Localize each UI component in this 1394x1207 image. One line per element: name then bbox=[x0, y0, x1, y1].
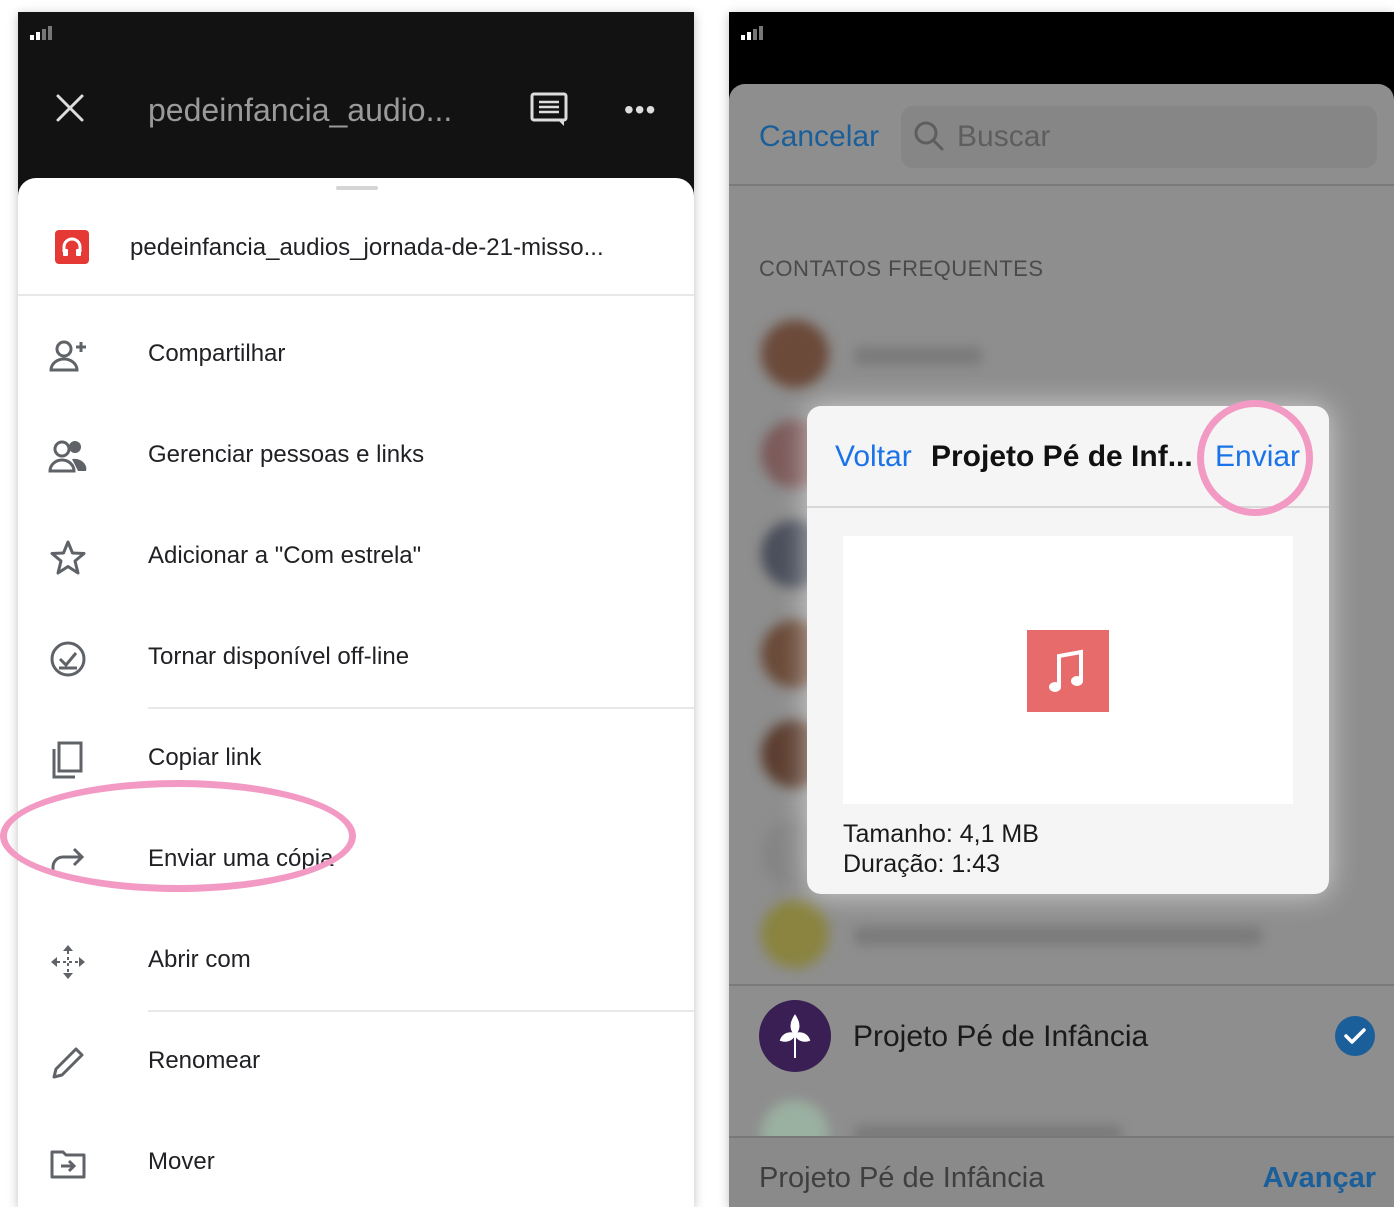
checkmark-icon[interactable] bbox=[1335, 1016, 1375, 1056]
contact-name: Projeto Pé de Infância bbox=[853, 1020, 1149, 1053]
people-icon bbox=[48, 440, 87, 473]
folder-move-icon bbox=[50, 1150, 86, 1179]
file-title: pedeinfancia_audio... bbox=[148, 92, 453, 128]
more-icon[interactable]: ••• bbox=[624, 92, 656, 128]
pencil-icon bbox=[52, 1047, 84, 1079]
divider bbox=[148, 707, 694, 709]
menu-item-star[interactable]: Adicionar a "Com estrela" bbox=[18, 508, 694, 608]
avatar bbox=[761, 320, 829, 388]
ios-share-screen: Cancelar Buscar CONTATOS FREQUENTES Proj… bbox=[729, 12, 1394, 1207]
avatar bbox=[759, 1000, 831, 1072]
comment-icon[interactable] bbox=[530, 92, 568, 128]
menu-label: Tornar disponível off-line bbox=[148, 643, 410, 670]
back-button[interactable]: Voltar bbox=[835, 440, 912, 474]
menu-item-manage-people[interactable]: Gerenciar pessoas e links bbox=[18, 407, 694, 507]
menu-item-share[interactable]: Compartilhar bbox=[18, 306, 694, 406]
signal-icon bbox=[30, 26, 52, 40]
menu-label: Compartilhar bbox=[148, 340, 286, 367]
menu-label: Renomear bbox=[148, 1047, 261, 1074]
bottom-bar: Projeto Pé de Infância Avançar bbox=[729, 1136, 1394, 1207]
move-arrows-icon bbox=[51, 945, 85, 979]
top-bar: pedeinfancia_audio... ••• bbox=[18, 62, 694, 162]
menu-label: Adicionar a "Com estrela" bbox=[148, 542, 422, 569]
music-note-icon bbox=[1027, 630, 1109, 712]
section-header: CONTATOS FREQUENTES bbox=[759, 256, 1044, 281]
search-input[interactable]: Buscar bbox=[901, 106, 1377, 168]
copy-icon bbox=[52, 741, 83, 779]
close-icon[interactable] bbox=[54, 92, 86, 124]
action-sheet: pedeinfancia_audios_jornada-de-21-misso.… bbox=[18, 178, 694, 1207]
file-header: pedeinfancia_audios_jornada-de-21-misso.… bbox=[18, 200, 694, 296]
google-drive-screen: pedeinfancia_audio... ••• pedeinfancia_a… bbox=[18, 12, 694, 1207]
add-person-icon bbox=[49, 340, 86, 372]
menu-item-rename[interactable]: Renomear bbox=[18, 1013, 694, 1113]
blurred-contact-name bbox=[853, 926, 1263, 946]
drag-handle[interactable] bbox=[336, 186, 378, 190]
avatar bbox=[761, 900, 829, 968]
signal-icon bbox=[741, 26, 763, 40]
blurred-contact-name bbox=[853, 346, 983, 366]
recipient-label: Projeto Pé de Infância bbox=[759, 1162, 1045, 1194]
menu-label: Mover bbox=[148, 1148, 215, 1175]
search-placeholder: Buscar bbox=[957, 120, 1051, 153]
list-item[interactable] bbox=[729, 884, 1394, 984]
advance-button[interactable]: Avançar bbox=[1263, 1162, 1376, 1195]
highlight-circle bbox=[0, 780, 356, 892]
divider bbox=[148, 1010, 694, 1012]
menu-label: Abrir com bbox=[148, 946, 251, 973]
menu-item-offline[interactable]: Tornar disponível off-line bbox=[18, 609, 694, 709]
dialog-title: Projeto Pé de Inf... bbox=[931, 440, 1193, 473]
menu-item-open-with[interactable]: Abrir com bbox=[18, 912, 694, 1012]
list-item[interactable] bbox=[729, 304, 1394, 404]
menu-label: Copiar link bbox=[148, 744, 262, 771]
menu-item-move[interactable]: Mover bbox=[18, 1114, 694, 1207]
file-size: Tamanho: 4,1 MB bbox=[843, 820, 1039, 848]
audio-file-icon bbox=[55, 230, 89, 264]
file-name: pedeinfancia_audios_jornada-de-21-misso.… bbox=[130, 234, 604, 261]
contact-row-selected[interactable]: Projeto Pé de Infância bbox=[729, 984, 1394, 1086]
search-icon bbox=[914, 121, 944, 151]
file-duration: Duração: 1:43 bbox=[843, 850, 1001, 878]
star-icon bbox=[50, 540, 86, 575]
menu-label: Gerenciar pessoas e links bbox=[148, 441, 425, 468]
search-bar: Cancelar Buscar bbox=[729, 84, 1394, 186]
file-preview bbox=[843, 536, 1293, 804]
cancel-button[interactable]: Cancelar bbox=[759, 120, 879, 154]
highlight-circle bbox=[1197, 400, 1313, 516]
offline-check-icon bbox=[50, 641, 86, 677]
